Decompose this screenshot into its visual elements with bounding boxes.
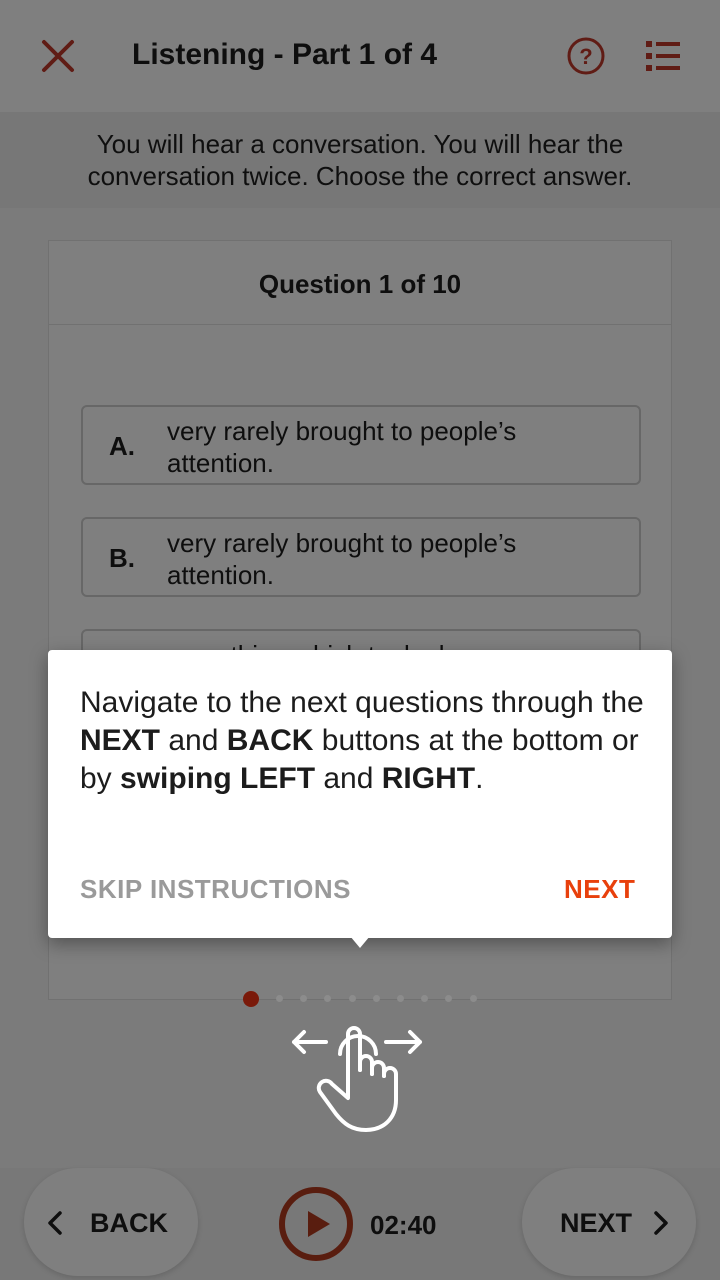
skip-instructions-button[interactable]: SKIP INSTRUCTIONS: [80, 874, 351, 905]
tooltip-bold-swipe: swiping LEFT: [120, 762, 316, 795]
tooltip-message: Navigate to the next questions through t…: [80, 684, 650, 798]
tooltip-text: Navigate to the next questions through t…: [80, 686, 644, 719]
page-dot: [469, 995, 477, 1002]
tooltip-next-button[interactable]: NEXT: [564, 874, 635, 905]
tooltip-text: .: [475, 762, 484, 795]
onboarding-tooltip: Navigate to the next questions through t…: [48, 650, 672, 948]
page-dot: [397, 995, 404, 1002]
tooltip-bold-next: NEXT: [80, 724, 161, 757]
tooltip-text: and: [315, 762, 382, 795]
tooltip-bold-back: BACK: [226, 724, 314, 757]
tooltip-text: and: [160, 724, 227, 757]
page-dot: [445, 995, 453, 1002]
swipe-hand-icon: [286, 1018, 426, 1136]
page-dot: [324, 995, 332, 1002]
page-dot-active: [243, 991, 259, 1007]
page-dot: [372, 995, 380, 1002]
tooltip-bold-right: RIGHT: [381, 762, 476, 795]
page-dot: [300, 995, 308, 1002]
tooltip-pointer: [350, 936, 370, 948]
page-dot: [276, 995, 283, 1002]
page-dot: [348, 995, 356, 1002]
page-dot: [421, 995, 429, 1002]
page-indicator: [243, 990, 483, 1008]
